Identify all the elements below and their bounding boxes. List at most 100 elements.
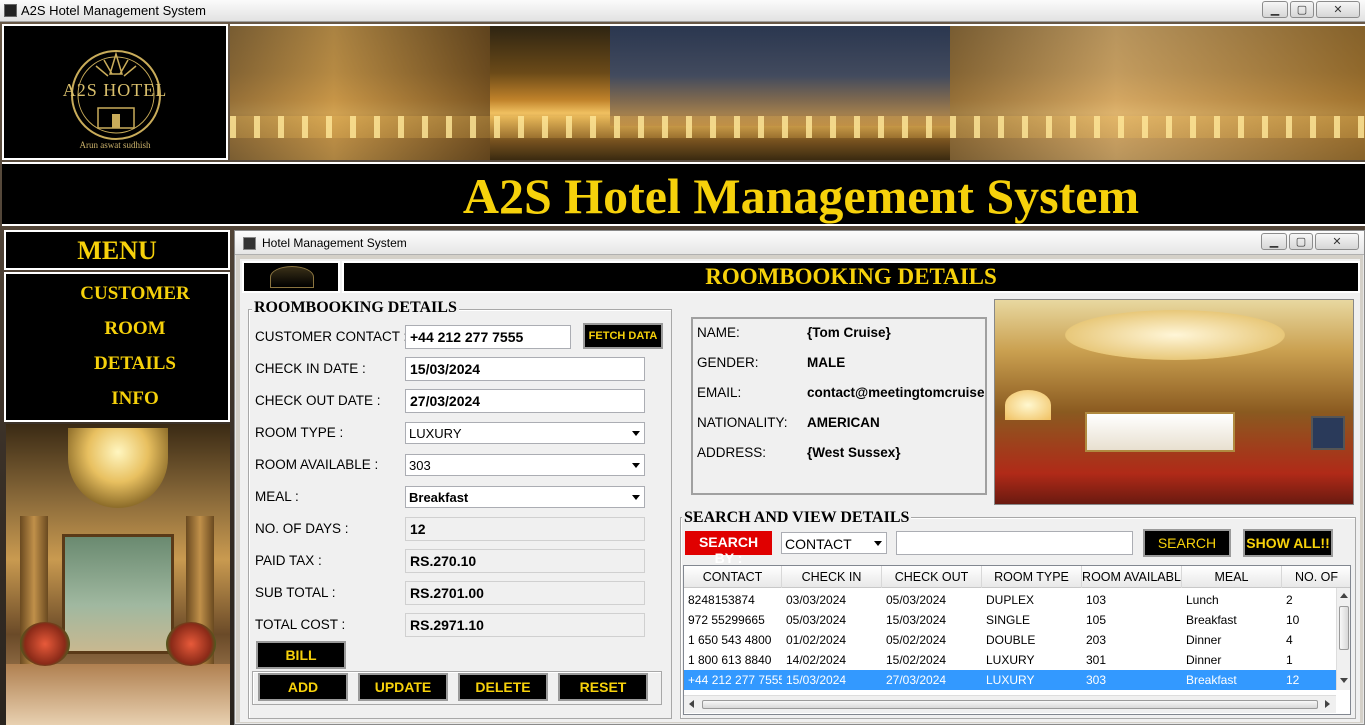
check-out-input[interactable]: 27/03/2024 — [405, 389, 645, 413]
inner-maximize-button[interactable]: ▢ — [1289, 233, 1313, 250]
table-cell: 05/03/2024 — [886, 593, 947, 607]
table-row[interactable]: 972 55299665 05/03/2024 15/03/2024 SINGL… — [684, 610, 1338, 630]
room-available-label: ROOM AVAILABLE : — [255, 457, 379, 472]
bill-button[interactable]: BILL — [256, 641, 346, 669]
logo-subtitle: Arun aswat sudhish — [79, 140, 151, 150]
name-label: NAME: — [697, 325, 740, 340]
column-header-check-in[interactable]: CHECK IN — [782, 566, 882, 588]
table-cell: 8248153874 — [688, 593, 755, 607]
sub-total-label: SUB TOTAL : — [255, 585, 336, 600]
email-label: EMAIL: — [697, 385, 742, 400]
column-header-check-out[interactable]: CHECK OUT — [882, 566, 982, 588]
table-cell: 972 55299665 — [688, 613, 765, 627]
table-cell: LUXURY — [986, 673, 1035, 687]
column-header-meal[interactable]: MEAL — [1182, 566, 1282, 588]
fetch-data-button[interactable]: FETCH DATA — [583, 323, 663, 349]
room-booking-window: Hotel Management System ▁ ▢ ✕ ROOMBOOKIN… — [234, 230, 1365, 725]
menu-item-details[interactable]: DETAILS — [24, 346, 246, 381]
check-in-input[interactable]: 15/03/2024 — [405, 357, 645, 381]
table-header: CONTACT CHECK IN CHECK OUT ROOM TYPE ROO… — [684, 566, 1350, 588]
inner-app-icon[interactable] — [243, 237, 256, 250]
inner-minimize-button[interactable]: ▁ — [1261, 233, 1287, 250]
address-value: {West Sussex} — [807, 445, 901, 460]
update-button[interactable]: UPDATE — [358, 673, 448, 701]
column-header-no-of-days[interactable]: NO. OF — [1282, 566, 1350, 588]
no-of-days-field: 12 — [405, 517, 645, 541]
no-of-days-label: NO. OF DAYS : — [255, 521, 349, 536]
table-cell: DUPLEX — [986, 593, 1035, 607]
app-icon[interactable] — [4, 4, 17, 17]
name-value: {Tom Cruise} — [807, 325, 891, 340]
check-out-label: CHECK OUT DATE : — [255, 393, 381, 408]
table-row[interactable]: 8248153874 03/03/2024 05/03/2024 DUPLEX … — [684, 590, 1338, 610]
search-by-select[interactable]: CONTACT — [781, 532, 887, 554]
chevron-down-icon — [632, 431, 640, 436]
meal-select[interactable]: Breakfast — [405, 486, 645, 508]
gender-label: GENDER: — [697, 355, 759, 370]
check-in-label: CHECK IN DATE : — [255, 361, 366, 376]
menu-item-info[interactable]: INFO — [24, 381, 246, 416]
scroll-right-icon[interactable] — [1325, 700, 1330, 708]
main-title-bar: A2S Hotel Management System — [2, 162, 1365, 226]
customer-info-panel: NAME: {Tom Cruise} GENDER: MALE EMAIL: c… — [691, 317, 987, 495]
inner-window-title: Hotel Management System — [262, 236, 407, 250]
table-cell: 103 — [1086, 593, 1107, 607]
room-type-select[interactable]: LUXURY — [405, 422, 645, 444]
paid-tax-field: RS.270.10 — [405, 549, 645, 573]
customer-contact-input[interactable]: +44 212 277 7555 — [405, 325, 571, 349]
chevron-down-icon — [874, 541, 882, 546]
table-row-selected[interactable]: +44 212 277 7555 15/03/2024 27/03/2024 L… — [684, 670, 1338, 690]
table-cell: DOUBLE — [986, 633, 1036, 647]
menu-panel: CUSTOMER ROOM DETAILS INFO — [4, 272, 230, 422]
show-all-button[interactable]: SHOW ALL!! — [1243, 529, 1333, 557]
table-cell: 14/02/2024 — [786, 653, 847, 667]
menu-heading: MENU — [4, 230, 230, 270]
bookings-table: CONTACT CHECK IN CHECK OUT ROOM TYPE ROO… — [683, 565, 1351, 715]
page-title: A2S Hotel Management System — [462, 168, 1140, 224]
roombooking-heading-bar: ROOMBOOKING DETAILS — [342, 261, 1360, 293]
table-cell: 15/02/2024 — [886, 653, 947, 667]
reset-button[interactable]: RESET — [558, 673, 648, 701]
table-cell: 27/03/2024 — [886, 673, 947, 687]
menu-item-room[interactable]: ROOM — [24, 311, 246, 346]
table-cell: 1 800 613 8840 — [688, 653, 772, 667]
meal-value: Breakfast — [409, 490, 469, 505]
scroll-up-icon[interactable] — [1340, 593, 1348, 598]
inner-title-bar: Hotel Management System ▁ ▢ ✕ — [235, 231, 1364, 255]
search-input[interactable] — [896, 531, 1133, 555]
outer-title-bar: A2S Hotel Management System ▁ ▢ ✕ — [0, 0, 1365, 22]
delete-button[interactable]: DELETE — [458, 673, 548, 701]
add-button[interactable]: ADD — [258, 673, 348, 701]
table-cell: 2 — [1286, 593, 1293, 607]
scroll-down-icon[interactable] — [1340, 678, 1348, 683]
table-vertical-scrollbar[interactable] — [1336, 588, 1350, 690]
horizontal-scroll-thumb[interactable] — [702, 700, 1318, 709]
column-header-contact[interactable]: CONTACT — [684, 566, 782, 588]
scroll-left-icon[interactable] — [689, 700, 694, 708]
inner-close-button[interactable]: ✕ — [1315, 233, 1359, 250]
mini-logo — [242, 261, 340, 293]
total-cost-label: TOTAL COST : — [255, 617, 346, 632]
table-cell: 05/03/2024 — [786, 613, 847, 627]
search-button[interactable]: SEARCH — [1143, 529, 1231, 557]
close-button[interactable]: ✕ — [1316, 1, 1360, 18]
column-header-room-available[interactable]: ROOM AVAILABL — [1082, 566, 1182, 588]
minimize-button[interactable]: ▁ — [1262, 1, 1288, 18]
vertical-scroll-thumb[interactable] — [1339, 606, 1349, 650]
column-header-room-type[interactable]: ROOM TYPE — [982, 566, 1082, 588]
search-by-label: SEARCH BY : — [685, 531, 772, 566]
nationality-label: NATIONALITY: — [697, 415, 788, 430]
table-row[interactable]: 1 650 543 4800 01/02/2024 05/02/2024 DOU… — [684, 630, 1338, 650]
table-cell: SINGLE — [986, 613, 1031, 627]
room-type-label: ROOM TYPE : — [255, 425, 344, 440]
table-cell: Dinner — [1186, 633, 1222, 647]
table-horizontal-scrollbar[interactable] — [684, 695, 1336, 713]
maximize-button[interactable]: ▢ — [1290, 1, 1314, 18]
table-cell: +44 212 277 7555 — [688, 673, 782, 687]
table-cell: 12 — [1286, 673, 1300, 687]
room-available-select[interactable]: 303 — [405, 454, 645, 476]
window-title: A2S Hotel Management System — [21, 3, 206, 18]
table-cell: 01/02/2024 — [786, 633, 847, 647]
menu-item-customer[interactable]: CUSTOMER — [24, 276, 246, 311]
table-row[interactable]: 1 800 613 8840 14/02/2024 15/02/2024 LUX… — [684, 650, 1338, 670]
